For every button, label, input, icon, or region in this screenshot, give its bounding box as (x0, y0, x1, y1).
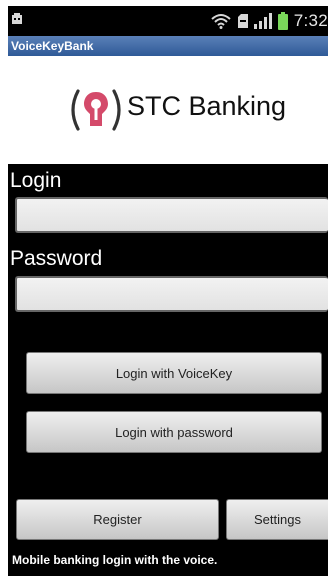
settings-button[interactable]: Settings (226, 499, 328, 540)
sd-card-icon (237, 14, 248, 28)
phone-screen: 7:32 VoiceKeyBank STC Banking Login Pass… (8, 6, 328, 576)
footer-text: Mobile banking login with the voice. (12, 553, 218, 567)
password-input[interactable] (15, 276, 328, 312)
wifi-icon (211, 14, 231, 29)
login-password-label: Login with password (115, 424, 233, 440)
login-password-button[interactable]: Login with password (26, 411, 322, 453)
status-bar: 7:32 (8, 6, 328, 36)
app-title-bar: VoiceKeyBank (8, 36, 328, 56)
clock: 7:32 (293, 11, 328, 30)
keyhole-icon (71, 89, 121, 131)
signal-icon (253, 13, 272, 29)
register-label: Register (93, 512, 142, 527)
battery-icon (277, 12, 288, 30)
footer-status: Mobile banking login with the voice. (8, 544, 328, 576)
password-label: Password (10, 247, 103, 270)
login-input[interactable] (15, 197, 328, 233)
app-title: VoiceKeyBank (11, 39, 94, 53)
login-label: Login (10, 169, 62, 192)
register-button[interactable]: Register (16, 499, 219, 540)
login-voicekey-label: Login with VoiceKey (115, 365, 233, 381)
login-voicekey-button[interactable]: Login with VoiceKey (26, 352, 322, 394)
logo-text: STC Banking (127, 91, 287, 121)
settings-label: Settings (254, 512, 301, 527)
usb-icon (12, 13, 22, 24)
logo-banner: STC Banking (8, 56, 328, 164)
